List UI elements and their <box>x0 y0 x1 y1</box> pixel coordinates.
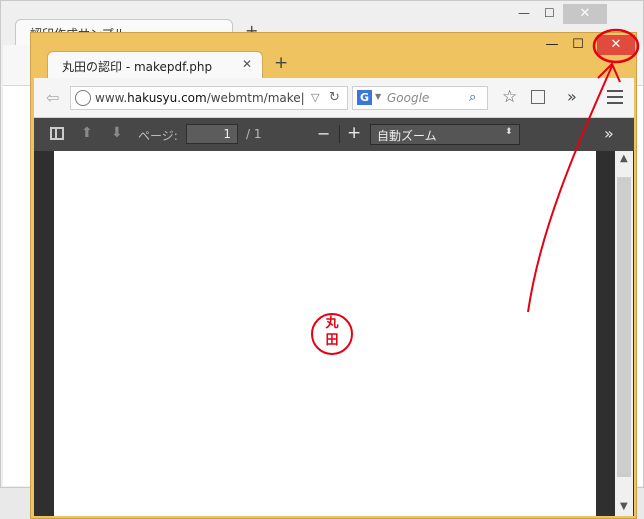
annotation-circle <box>592 28 640 64</box>
red-annotation-overlay <box>527 28 640 313</box>
annotation-arrow-line <box>527 65 613 313</box>
